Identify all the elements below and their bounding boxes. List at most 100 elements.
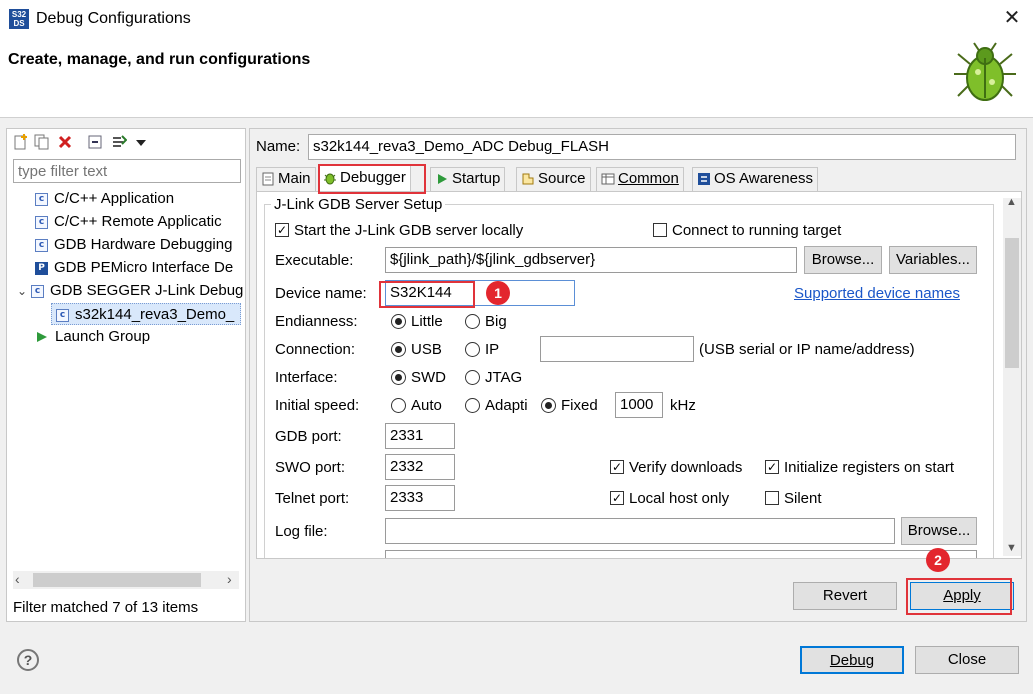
- speed-auto-radio[interactable]: Auto: [391, 397, 442, 414]
- chevron-down-icon[interactable]: [133, 134, 149, 150]
- scrollbar-thumb[interactable]: [33, 573, 201, 587]
- app-icon: S32 DS: [9, 9, 29, 29]
- header-banner: Create, manage, and run configurations: [0, 38, 1033, 118]
- chevron-down-icon[interactable]: ⌄: [17, 280, 31, 302]
- radio-selected[interactable]: [391, 341, 406, 357]
- tab-source[interactable]: Source: [516, 167, 591, 191]
- source-tab-icon: [522, 173, 534, 185]
- conn-usb-radio[interactable]: USB: [391, 341, 442, 358]
- speed-fixed-radio[interactable]: Fixed: [541, 397, 598, 414]
- scroll-up-icon[interactable]: ▲: [1006, 196, 1017, 208]
- horizontal-scrollbar[interactable]: ‹ ›: [13, 571, 239, 589]
- connection-label: Connection:: [275, 341, 356, 358]
- interface-label: Interface:: [275, 369, 338, 386]
- conn-ip-radio[interactable]: IP: [465, 341, 499, 358]
- initial-speed-label: Initial speed:: [275, 397, 360, 414]
- connection-hint: (USB serial or IP name/address): [699, 341, 915, 358]
- help-button[interactable]: ?: [17, 649, 39, 671]
- checkbox-checked[interactable]: ✓: [610, 460, 624, 475]
- title-bar: S32 DS Debug Configurations ✕: [0, 0, 1033, 38]
- endian-little-radio[interactable]: Little: [391, 313, 443, 330]
- new-config-icon[interactable]: [13, 134, 29, 150]
- endian-big-radio[interactable]: Big: [465, 313, 507, 330]
- if-swd-radio[interactable]: SWD: [391, 369, 446, 386]
- checkbox-unchecked[interactable]: [653, 223, 667, 238]
- highlight-debugger-tab: [318, 164, 426, 194]
- tree-item-c-application[interactable]: c C/C++ Application: [35, 188, 243, 210]
- radio-unselected[interactable]: [391, 397, 406, 413]
- start-locally-checkbox[interactable]: ✓ Start the J-Link GDB server locally: [275, 222, 523, 239]
- swo-port-label: SWO port:: [275, 459, 346, 476]
- radio-unselected[interactable]: [465, 341, 480, 357]
- init-registers-checkbox[interactable]: ✓ Initialize registers on start: [765, 459, 954, 476]
- radio-unselected[interactable]: [465, 397, 480, 413]
- checkbox-checked[interactable]: ✓: [765, 460, 779, 475]
- name-field[interactable]: s32k144_reva3_Demo_ADC Debug_FLASH: [308, 134, 1016, 160]
- tree-item-gdb-pemicro[interactable]: P GDB PEMicro Interface De: [35, 257, 243, 279]
- radio-selected[interactable]: [391, 369, 406, 385]
- filter-input[interactable]: [13, 159, 241, 183]
- log-file-field[interactable]: [385, 518, 895, 544]
- scroll-right-icon[interactable]: ›: [227, 571, 232, 587]
- radio-unselected[interactable]: [465, 313, 480, 329]
- revert-button[interactable]: Revert: [793, 582, 897, 610]
- c-config-icon: c: [35, 238, 48, 252]
- close-button[interactable]: Close: [915, 646, 1019, 674]
- debug-button[interactable]: Debug: [800, 646, 904, 674]
- connect-running-checkbox[interactable]: Connect to running target: [653, 222, 841, 239]
- tab-main[interactable]: Main: [256, 167, 316, 191]
- variables-button[interactable]: Variables...: [889, 246, 977, 274]
- telnet-port-field[interactable]: 2333: [385, 485, 455, 511]
- c-config-icon: c: [35, 192, 48, 206]
- speed-unit: kHz: [670, 397, 696, 414]
- speed-value-field[interactable]: 1000: [615, 392, 663, 418]
- collapse-all-icon[interactable]: [87, 134, 103, 150]
- filter-icon[interactable]: [111, 134, 127, 150]
- highlight-apply-button: [906, 578, 1012, 615]
- configuration-editor: Name: s32k144_reva3_Demo_ADC Debug_FLASH…: [249, 128, 1027, 622]
- scrollbar-thumb[interactable]: [1005, 238, 1019, 368]
- silent-checkbox[interactable]: Silent: [765, 490, 822, 507]
- gdb-port-field[interactable]: 2331: [385, 423, 455, 449]
- connection-address-field[interactable]: [540, 336, 694, 362]
- tab-common[interactable]: Common: [596, 167, 684, 191]
- scroll-down-icon[interactable]: ▼: [1006, 542, 1017, 554]
- other-options-field[interactable]: [385, 550, 977, 558]
- local-host-only-checkbox[interactable]: ✓ Local host only: [610, 490, 729, 507]
- annotation-badge-1: 1: [486, 281, 510, 305]
- delete-icon[interactable]: [57, 134, 73, 150]
- tab-os-awareness[interactable]: OS Awareness: [692, 167, 818, 191]
- radio-unselected[interactable]: [465, 369, 480, 385]
- executable-field[interactable]: ${jlink_path}/${jlink_gdbserver}: [385, 247, 797, 273]
- tree-item-launch-group[interactable]: Launch Group: [35, 326, 243, 348]
- endianness-label: Endianness:: [275, 313, 358, 330]
- checkbox-checked[interactable]: ✓: [275, 223, 289, 238]
- vertical-scrollbar[interactable]: ▲ ▼: [1003, 196, 1021, 556]
- speed-adaptive-radio[interactable]: Adapti: [465, 397, 545, 414]
- main-tab-icon: [262, 172, 274, 186]
- tab-startup[interactable]: Startup: [430, 167, 506, 191]
- bug-icon: [954, 42, 1016, 101]
- verify-downloads-checkbox[interactable]: ✓ Verify downloads: [610, 459, 742, 476]
- duplicate-icon[interactable]: [34, 134, 50, 150]
- close-window-button[interactable]: ✕: [1000, 5, 1024, 30]
- tree-item-s32k144-config[interactable]: c s32k144_reva3_Demo_: [51, 303, 241, 325]
- if-jtag-radio[interactable]: JTAG: [465, 369, 522, 386]
- window-title: Debug Configurations: [36, 10, 191, 27]
- checkbox-checked[interactable]: ✓: [610, 491, 624, 506]
- browse-executable-button[interactable]: Browse...: [804, 246, 882, 274]
- supported-devices-link[interactable]: Supported device names: [794, 285, 960, 302]
- pemicro-icon: P: [35, 261, 48, 275]
- name-label: Name:: [256, 138, 301, 155]
- c-config-icon: c: [35, 215, 48, 229]
- radio-selected[interactable]: [541, 397, 556, 413]
- radio-selected[interactable]: [391, 313, 406, 329]
- tree-item-gdb-segger-jlink[interactable]: ⌄ c GDB SEGGER J-Link Debug: [17, 280, 243, 302]
- debugger-tab-content: J-Link GDB Server Setup ✓ Start the J-Lin…: [256, 191, 1022, 559]
- swo-port-field[interactable]: 2332: [385, 454, 455, 480]
- browse-log-button[interactable]: Browse...: [901, 517, 977, 545]
- tree-item-gdb-hardware-debugging[interactable]: c GDB Hardware Debugging: [35, 234, 243, 256]
- tree-item-c-remote-application[interactable]: c C/C++ Remote Applicatic: [35, 211, 243, 233]
- checkbox-unchecked[interactable]: [765, 491, 779, 506]
- scroll-left-icon[interactable]: ‹: [15, 571, 20, 587]
